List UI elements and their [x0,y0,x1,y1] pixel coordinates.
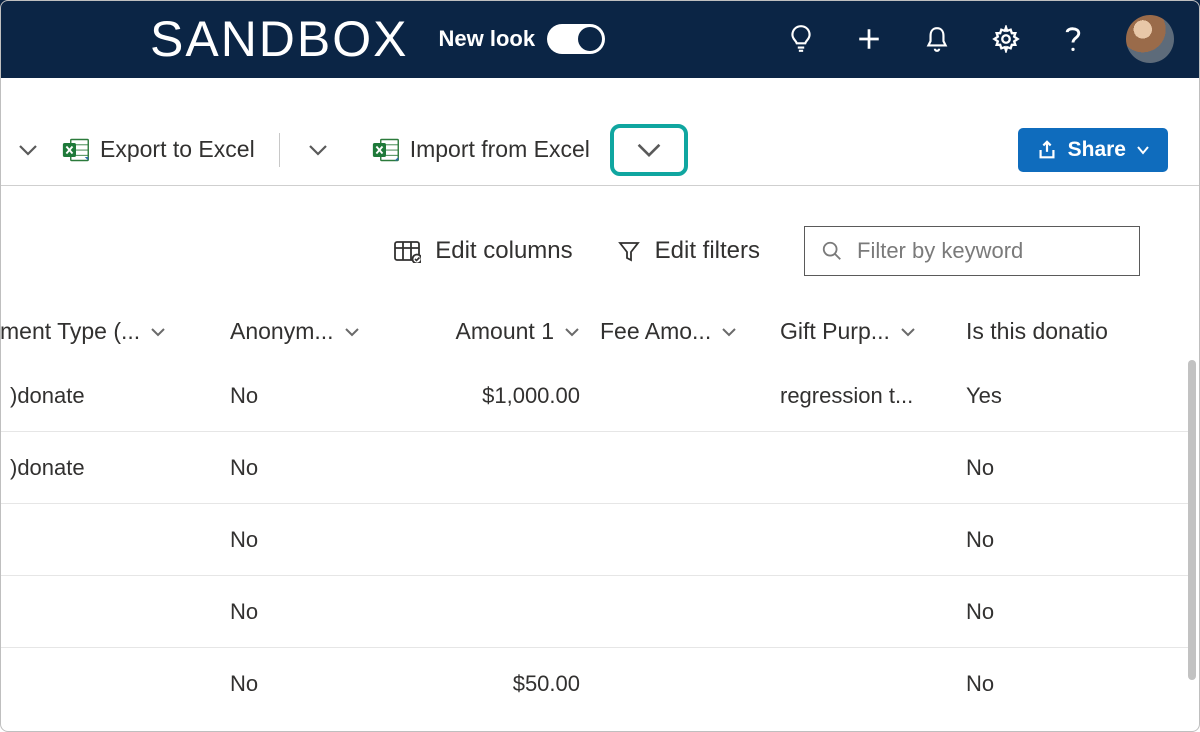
help-icon[interactable] [1062,24,1084,54]
cell: $1,000.00 [410,383,590,409]
lightbulb-icon[interactable] [788,24,814,54]
chevron-down-icon [900,326,916,338]
share-button[interactable]: Share [1018,128,1168,172]
column-label: ment Type (... [0,318,140,345]
export-chevron-down-icon[interactable] [296,137,340,163]
column-label: Fee Amo... [600,318,711,345]
toggle-knob [578,27,602,51]
share-icon [1036,139,1058,161]
table-row[interactable]: No No [0,504,1188,576]
cell: No [220,455,410,481]
filter-search-placeholder: Filter by keyword [857,238,1023,264]
import-excel-label: Import from Excel [410,136,590,163]
column-header[interactable]: ment Type (... [0,318,220,345]
top-navbar: SANDBOX New look [0,0,1200,78]
table-row[interactable]: )donate No No [0,432,1188,504]
export-excel-label: Export to Excel [100,136,255,163]
column-label: Gift Purp... [780,318,890,345]
data-grid: ment Type (... Anonym... Amount 1 Fee Am… [0,304,1200,720]
cell: No [956,671,1156,697]
import-dropdown-highlight[interactable] [610,124,688,176]
chevron-down-icon [150,326,166,338]
search-icon [821,240,843,262]
chevron-down-icon [564,326,580,338]
cell: No [220,599,410,625]
cell: )donate [0,383,220,409]
new-look-toggle[interactable] [547,24,605,54]
table-header-row: ment Type (... Anonym... Amount 1 Fee Am… [0,304,1188,360]
cell: No [220,383,410,409]
funnel-icon [617,239,641,263]
chevron-down-icon [1136,145,1150,155]
divider [279,133,280,167]
columns-icon [393,239,421,263]
tools-row: Edit columns Edit filters Filter by keyw… [0,186,1200,304]
edit-columns-label: Edit columns [435,237,572,265]
column-header[interactable]: Gift Purp... [770,318,956,345]
edit-filters-button[interactable]: Edit filters [617,237,760,265]
cell: No [956,599,1156,625]
topbar-icon-group [788,15,1180,63]
gear-icon[interactable] [992,25,1020,53]
table-row[interactable]: No $50.00 No [0,648,1188,720]
column-label: Amount 1 [456,318,554,345]
chevron-down-icon [344,326,360,338]
brand-title: SANDBOX [150,10,409,68]
bell-icon[interactable] [924,25,950,53]
export-excel-button[interactable]: Export to Excel [54,132,263,168]
vertical-scrollbar[interactable] [1188,360,1196,680]
edit-columns-button[interactable]: Edit columns [393,237,572,265]
new-look-toggle-group: New look [439,24,606,54]
share-label: Share [1068,138,1126,162]
column-label: Is this donatio [966,318,1108,345]
table-row[interactable]: No No [0,576,1188,648]
cell: )donate [0,455,220,481]
import-excel-button[interactable]: Import from Excel [364,132,598,168]
cell: No [956,455,1156,481]
cell: No [220,527,410,553]
table-body: )donate No $1,000.00 regression t... Yes… [0,360,1188,720]
column-header[interactable]: Is this donatio [956,318,1156,345]
plus-icon[interactable] [856,26,882,52]
excel-icon [372,136,400,164]
excel-icon [62,136,90,164]
new-look-label: New look [439,26,536,52]
cell: No [220,671,410,697]
avatar[interactable] [1126,15,1174,63]
table-row[interactable]: )donate No $1,000.00 regression t... Yes [0,360,1188,432]
chevron-down-icon [721,326,737,338]
column-label: Anonym... [230,318,334,345]
chevron-down-icon[interactable] [18,143,38,157]
chevron-down-icon [636,142,662,158]
cell: $50.00 [410,671,590,697]
column-header[interactable]: Amount 1 [410,318,590,345]
column-header[interactable]: Fee Amo... [590,318,770,345]
cell: regression t... [770,383,956,409]
cell: Yes [956,383,1156,409]
cell: No [956,527,1156,553]
edit-filters-label: Edit filters [655,237,760,265]
command-bar: Export to Excel Import from Excel Share [0,114,1200,186]
column-header[interactable]: Anonym... [220,318,410,345]
filter-search-box[interactable]: Filter by keyword [804,226,1140,276]
